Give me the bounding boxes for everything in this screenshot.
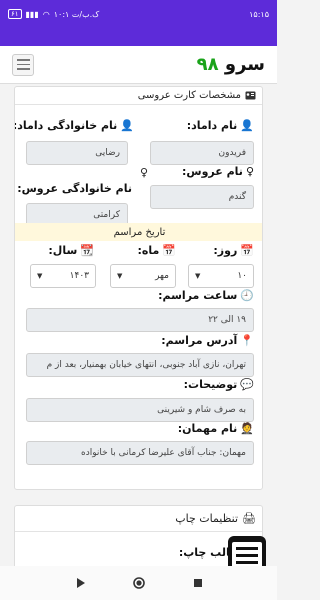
logo-text: سرو [224, 54, 265, 75]
groom-name-label-row: 👤 نام داماد: [187, 119, 254, 132]
bride-family-icon-row: ♀ [140, 166, 148, 179]
chevron-down-icon: ▼ [37, 272, 43, 280]
recents-button[interactable] [191, 576, 205, 590]
clock-icon: 🕘 [240, 289, 254, 302]
groom-name-label: 👤 نام داماد: [187, 119, 254, 132]
card-title: مشخصات کارت عروسی [137, 90, 241, 101]
address-value: تهران، نازی آباد جنوبی، انتهای خیابان به… [46, 360, 246, 370]
back-icon [76, 578, 85, 588]
time-label: 🕘 ساعت مراسم: [158, 289, 254, 302]
wifi-icon: ◠ [42, 9, 50, 19]
ceremony-date-band: تاریخ مراسم [15, 223, 262, 241]
desc-value: به صرف شام و شیرینی [157, 405, 246, 415]
bride-name-label: ♀ نام عروس: [182, 165, 254, 178]
year-label-row: 📆 سال: [48, 244, 94, 257]
bride-family-label: نام خانوادگی عروس: [17, 182, 132, 195]
day-label-text: روز: [213, 244, 238, 257]
female-icon: ♀ [245, 165, 254, 178]
guest-value: مهمان: جناب آقای علیرضا کرمانی با خانواد… [81, 448, 246, 458]
guest-label: 🤵 نام مهمان: [178, 422, 254, 435]
day-label-row: 📅 روز: [213, 244, 254, 257]
groom-family-value: رضایی [95, 148, 120, 158]
app-logo[interactable]: سرو ۹۸ [197, 54, 265, 75]
home-button[interactable] [132, 576, 146, 590]
chevron-down-icon: ▼ [117, 272, 123, 280]
app-top-bar [0, 28, 277, 46]
time-label-row: 🕘 ساعت مراسم: [158, 289, 254, 302]
groom-name-label-text: نام داماد: [186, 119, 238, 132]
time-value: ۱۹ الی ۲۲ [208, 315, 246, 325]
bride-family-value: کرامتی [93, 210, 120, 220]
comment-icon: 💬 [240, 378, 254, 391]
year-select-value: ۱۴۰۳ [69, 271, 89, 281]
year-select[interactable]: ۱۴۰۳ ▼ [30, 264, 96, 288]
menu-icon-line [16, 63, 30, 66]
guest-label-text: نام مهمان: [177, 422, 238, 435]
id-card-icon [245, 91, 256, 100]
signal-icon: ▮▮▮ [25, 9, 39, 19]
battery-indicator: ۶۱ [8, 9, 22, 19]
user-icon: 👤 [240, 119, 254, 132]
month-label: 📅 ماه: [137, 244, 176, 257]
app-header: سرو ۹۸ [0, 46, 277, 84]
groom-family-field[interactable]: رضایی [26, 141, 128, 165]
address-field[interactable]: تهران، نازی آباد جنوبی، انتهای خیابان به… [26, 353, 254, 377]
menu-icon-line [16, 59, 30, 61]
map-marker-icon: 📍 [240, 334, 254, 347]
bride-name-label-row: ♀ نام عروس: [182, 165, 254, 178]
menu-icon-line [16, 68, 30, 70]
month-select-value: مهر [155, 271, 169, 281]
calendar-icon: 📅 [162, 244, 176, 257]
home-icon [132, 577, 145, 589]
print-icon: 🖨 [242, 512, 256, 525]
logo-number: ۹۸ [196, 54, 219, 75]
address-label-text: آدرس مراسم: [161, 334, 238, 347]
time-field[interactable]: ۱۹ الی ۲۲ [26, 308, 254, 332]
card-header: مشخصات کارت عروسی [15, 87, 262, 105]
day-label: 📅 روز: [213, 244, 254, 257]
year-label-text: سال: [48, 244, 78, 257]
year-label: 📆 سال: [48, 244, 94, 257]
chevron-down-icon: ▼ [195, 272, 201, 280]
month-label-text: ماه: [137, 244, 160, 257]
groom-name-value: فریدون [218, 148, 246, 158]
desc-label-row: 💬 توضیحات: [184, 378, 254, 391]
desc-label: 💬 توضیحات: [184, 378, 254, 391]
calendar-x-icon: 📆 [80, 244, 94, 257]
guest-label-row: 🤵 نام مهمان: [178, 422, 254, 435]
status-time: ۱۵:۱۵ [249, 9, 269, 19]
month-select[interactable]: مهر ▼ [110, 264, 176, 288]
day-select-value: ۱۰ [237, 271, 247, 281]
recents-icon [193, 579, 202, 587]
groom-family-label: 👤 نام خانوادگی داماد: [14, 119, 134, 132]
groom-family-label-row: 👤 نام خانوادگی داماد: [14, 119, 134, 132]
bride-name-label-text: نام عروس: [182, 165, 243, 178]
wedding-card-form: مشخصات کارت عروسی 👤 نام داماد: فریدون 👤 … [14, 86, 263, 490]
back-button[interactable] [73, 576, 87, 590]
groom-family-label-text: نام خانوادگی داماد: [14, 119, 118, 132]
user-icon: 👤 [120, 119, 134, 132]
address-label-row: 📍 آدرس مراسم: [161, 334, 254, 347]
status-bar: ۶۱ ▮▮▮ ◠ ۱۰:۱ ک.ب/ت ۱۵:۱۵ [0, 0, 277, 28]
menu-button[interactable] [12, 53, 34, 76]
groom-name-field[interactable]: فریدون [150, 141, 254, 165]
bride-name-field[interactable]: گندم [150, 185, 254, 209]
time-label-text: ساعت مراسم: [158, 289, 238, 302]
day-select[interactable]: ۱۰ ▼ [188, 264, 254, 288]
bride-name-value: گندم [228, 192, 246, 202]
print-settings-title: تنظیمات چاپ [175, 512, 239, 525]
guest-field[interactable]: مهمان: جناب آقای علیرضا کرمانی با خانواد… [26, 441, 254, 465]
print-settings-header: 🖨 تنظیمات چاپ [15, 506, 262, 532]
status-time-left: ۱۰:۱ ک.ب/ت [53, 9, 100, 19]
calendar-icon: 📅 [240, 244, 254, 257]
month-label-row: 📅 ماه: [137, 244, 176, 257]
female-icon: ♀ [139, 166, 148, 179]
desc-label-text: توضیحات: [183, 378, 238, 391]
bride-family-label-row: نام خانوادگی عروس: [17, 182, 132, 195]
android-nav-bar [0, 566, 277, 600]
groom-icon: 🤵 [240, 422, 254, 435]
desc-field[interactable]: به صرف شام و شیرینی [26, 398, 254, 422]
address-label: 📍 آدرس مراسم: [161, 334, 254, 347]
